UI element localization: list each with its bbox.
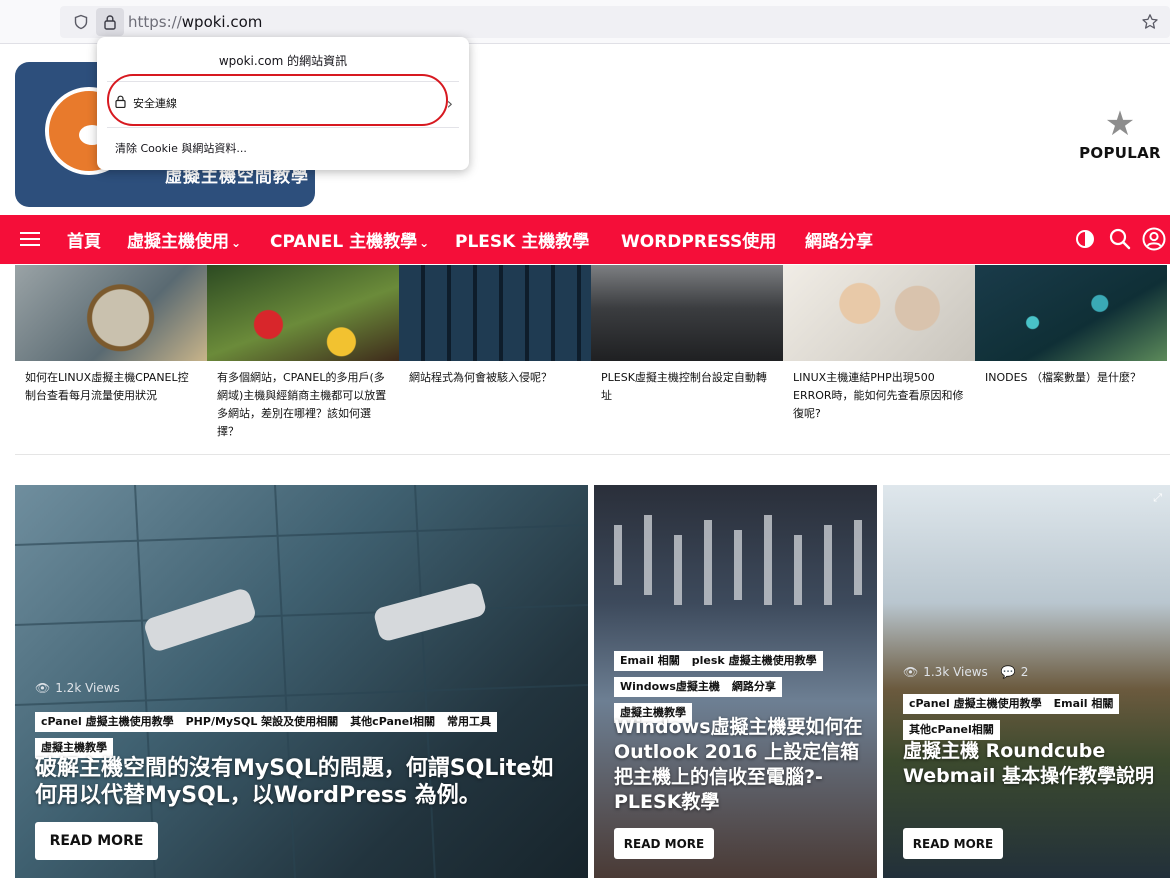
shield-icon[interactable] <box>66 6 96 38</box>
category-tag[interactable]: cPanel 虛擬主機使用教學 <box>903 694 1048 714</box>
read-more-button[interactable]: READ MORE <box>35 822 158 860</box>
popup-title: wpoki.com 的網站資訊 <box>218 54 348 68</box>
popular-label: POPULAR <box>1079 144 1161 162</box>
user-icon[interactable] <box>1141 226 1167 252</box>
secure-connection-label: 安全連線 <box>133 97 177 110</box>
chevron-right-icon: › <box>446 93 453 113</box>
view-count: 👁 1.3k Views 💬 2 <box>903 665 1028 679</box>
nav-item-label: 網路分享 <box>805 232 873 252</box>
popular-star-icon: ★ <box>1104 104 1136 144</box>
view-count: 👁 1.2k Views <box>35 681 120 695</box>
post-card[interactable]: PLESK虛擬主機控制台設定自動轉址 <box>591 265 783 405</box>
nav-item-wordpress[interactable]: WORDPRESS使用 <box>621 227 776 252</box>
nav-item-cpanel[interactable]: CPANEL 主機教學 ⌄ <box>270 227 429 252</box>
post-title[interactable]: Windows虛擬主機要如何在 Outlook 2016 上設定信箱把主機上的信… <box>614 715 866 815</box>
post-thumbnail-image[interactable] <box>591 265 783 361</box>
category-tag[interactable]: plesk 虛擬主機使用教學 <box>685 651 823 671</box>
tag-list: cPanel 虛擬主機使用教學 Email 相關其他cPanel相關 <box>903 692 1163 744</box>
nav-item-label: 首頁 <box>67 232 101 252</box>
post-title[interactable]: 虛擬主機 Roundcube Webmail 基本操作教學說明 <box>903 739 1161 789</box>
url-protocol: https:// <box>128 13 182 31</box>
post-thumbnail-image[interactable] <box>975 265 1167 361</box>
category-tag[interactable]: 常用工具 <box>440 712 497 732</box>
site-info-popup: wpoki.com 的網站資訊 安全連線 › 清除 Cookie 與網站資料..… <box>97 37 469 170</box>
comment-icon: 💬 <box>1000 665 1016 679</box>
read-more-button[interactable]: READ MORE <box>614 828 714 859</box>
post-title[interactable]: INODES （檔案數量）是什麼？ <box>975 361 1167 387</box>
url-host: wpoki.com <box>181 13 263 31</box>
lock-icon[interactable] <box>96 8 124 36</box>
url-text[interactable]: https://wpoki.com <box>128 13 262 31</box>
nav-item-label: PLESK 主機教學 <box>455 232 590 252</box>
post-thumbnail-strip: 如何在LINUX虛擬主機CPANEL控制台查看每月流量使用狀況 有多個網站，CP… <box>15 265 1170 455</box>
chevron-down-icon: ⌄ <box>231 236 242 250</box>
nav-item-plesk[interactable]: PLESK 主機教學 <box>455 227 589 252</box>
popular-link[interactable]: ★ POPULAR <box>1078 106 1162 162</box>
nav-item-virtual-host[interactable]: 虛擬主機使用 ⌄ <box>127 227 241 252</box>
post-title[interactable]: LINUX主機連結PHP出現500 ERROR時，能如何先查看原因和修復呢? <box>783 361 975 423</box>
post-card[interactable]: 網站程式為何會被駭入侵呢？ <box>399 265 591 387</box>
featured-post-large[interactable]: 👁 1.2k Views cPanel 虛擬主機使用教學 PHP/MySQL 架設及… <box>15 485 588 878</box>
secure-connection-row[interactable]: 安全連線 › <box>113 92 453 114</box>
view-count-text: 1.2k Views <box>55 681 120 695</box>
dark-mode-icon[interactable] <box>1072 226 1098 252</box>
post-thumbnail-image[interactable] <box>15 265 207 361</box>
category-tag[interactable]: cPanel 虛擬主機使用教學 <box>35 712 180 732</box>
post-card[interactable]: INODES （檔案數量）是什麼？ <box>975 265 1167 387</box>
post-title[interactable]: 網站程式為何會被駭入侵呢？ <box>399 361 591 387</box>
nav-item-network-share[interactable]: 網路分享 <box>805 227 873 252</box>
category-tag[interactable]: PHP/MySQL 架設及使用相關 <box>179 712 345 732</box>
read-more-button[interactable]: READ MORE <box>903 828 1003 859</box>
category-tag[interactable]: Windows虛擬主機 <box>614 677 726 697</box>
chevron-down-icon: ⌄ <box>419 236 430 250</box>
category-tag[interactable]: 其他cPanel相關 <box>903 720 1000 740</box>
eye-icon: 👁 <box>903 665 919 679</box>
post-title[interactable]: 有多個網站，CPANEL的多用戶(多網域)主機與經銷商主機都可以放置多網站，差別… <box>207 361 399 441</box>
category-tag[interactable]: Email 相關 <box>1047 694 1120 714</box>
post-card[interactable]: LINUX主機連結PHP出現500 ERROR時，能如何先查看原因和修復呢? <box>783 265 975 423</box>
search-icon[interactable] <box>1107 226 1133 252</box>
nav-item-label: 虛擬主機使用 <box>127 232 229 252</box>
category-tag[interactable]: 網路分享 <box>725 677 782 697</box>
post-title[interactable]: 破解主機空間的沒有MySQL的問題，何謂SQLite如何用以代替MySQL，以W… <box>35 755 575 809</box>
post-card[interactable]: 有多個網站，CPANEL的多用戶(多網域)主機與經銷商主機都可以放置多網站，差別… <box>207 265 399 441</box>
expand-icon[interactable]: ⤢ <box>1153 491 1162 505</box>
post-card[interactable]: 如何在LINUX虛擬主機CPANEL控制台查看每月流量使用狀況 <box>15 265 207 405</box>
lock-icon <box>113 95 127 111</box>
bookmark-star-icon[interactable] <box>1138 10 1162 34</box>
main-nav: 首頁 虛擬主機使用 ⌄ CPANEL 主機教學 ⌄ PLESK 主機教學 WORDP… <box>0 215 1170 264</box>
category-tag[interactable]: Email 相關 <box>614 651 686 671</box>
category-tag[interactable]: 其他cPanel相關 <box>344 712 441 732</box>
featured-post[interactable]: Email 相關 plesk 虛擬主機使用教學 Windows虛擬主機 網路分享 虛擬主… <box>594 485 877 878</box>
nav-item-home[interactable]: 首頁 <box>67 227 101 252</box>
view-count-text: 1.3k Views <box>923 665 988 679</box>
comment-count: 2 <box>1020 665 1029 679</box>
post-thumbnail-image[interactable] <box>399 265 591 361</box>
post-thumbnail-image[interactable] <box>207 265 399 361</box>
nav-item-label: WORDPRESS使用 <box>621 232 777 252</box>
clear-cookies-link[interactable]: 清除 Cookie 與網站資料... <box>115 140 247 156</box>
nav-item-label: CPANEL 主機教學 <box>270 232 418 252</box>
eye-icon: 👁 <box>35 681 51 695</box>
post-thumbnail-image[interactable] <box>783 265 975 361</box>
post-title[interactable]: 如何在LINUX虛擬主機CPANEL控制台查看每月流量使用狀況 <box>15 361 207 405</box>
featured-post[interactable]: ⤢ 👁 1.3k Views 💬 2 cPanel 虛擬主機使用教學 Email 相關… <box>883 485 1170 878</box>
post-title[interactable]: PLESK虛擬主機控制台設定自動轉址 <box>591 361 783 405</box>
hamburger-menu-icon[interactable] <box>20 229 40 249</box>
popup-divider <box>107 127 459 128</box>
